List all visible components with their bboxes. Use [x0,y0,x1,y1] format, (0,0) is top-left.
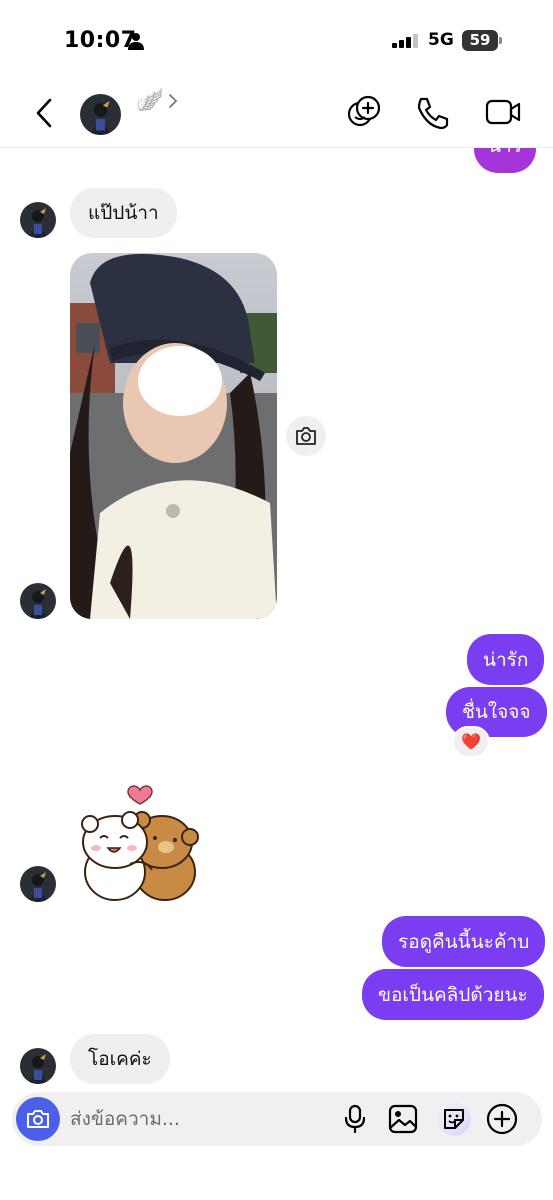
gallery-icon[interactable] [388,1104,418,1134]
chat-thread: น่ารั แป๊ปน้าา [0,0,553,1200]
contact-avatar[interactable] [80,94,121,135]
message-text: ขอเป็นคลิปด้วยนะ [378,983,528,1006]
battery-level: 59 [469,31,491,49]
message-reaction[interactable]: ❤️ [452,726,490,758]
video-camera-icon[interactable] [484,94,522,130]
outgoing-message[interactable]: ขอเป็นคลิปด้วยนะ [362,969,544,1020]
camera-button[interactable] [16,1097,60,1141]
contact-name[interactable]: 🪽 [136,88,163,113]
sender-avatar[interactable] [20,583,56,619]
message-text: น่ารัก [483,648,529,671]
plus-icon[interactable] [486,1103,518,1135]
message-text: แป๊ปน้าา [88,202,159,224]
chevron-right-icon[interactable] [166,92,180,110]
message-text: ชื่นใจจจ [462,701,531,723]
video-effects-icon[interactable] [346,94,382,130]
outgoing-message[interactable]: น่ารัก [467,634,545,685]
heart-icon [127,785,153,805]
sender-avatar[interactable] [20,1048,56,1084]
network-label: 5G [428,30,454,50]
message-text: โอเคค่ะ [88,1048,152,1070]
sender-avatar[interactable] [20,866,56,902]
message-text: รอดูคืนนี้นะค้าบ [398,930,530,953]
incoming-message[interactable]: แป๊ปน้าา [70,188,177,238]
mic-icon[interactable] [342,1104,368,1134]
status-time: 10:07 [64,28,137,53]
status-bar: 10:07 5G 59 [0,0,553,80]
incoming-message[interactable]: โอเคค่ะ [70,1034,170,1084]
battery-cap [499,37,502,44]
camera-icon [296,427,316,445]
sticker-icon[interactable] [437,1102,471,1136]
sender-avatar[interactable] [20,202,56,238]
signal-icon [392,34,418,48]
battery-indicator: 59 [462,30,502,51]
phone-icon[interactable] [414,94,450,130]
chat-header: 🪽 [0,80,553,148]
back-icon[interactable] [28,94,62,132]
photo-message[interactable] [70,253,277,619]
person-icon [128,33,144,50]
outgoing-message[interactable]: รอดูคืนนี้นะค้าบ [382,916,546,967]
message-input[interactable] [70,1092,330,1146]
sticker-message[interactable] [70,782,210,906]
save-photo-button[interactable] [286,416,326,456]
heart-icon: ❤️ [461,732,481,751]
message-composer [12,1092,542,1146]
camera-icon [27,1110,49,1128]
